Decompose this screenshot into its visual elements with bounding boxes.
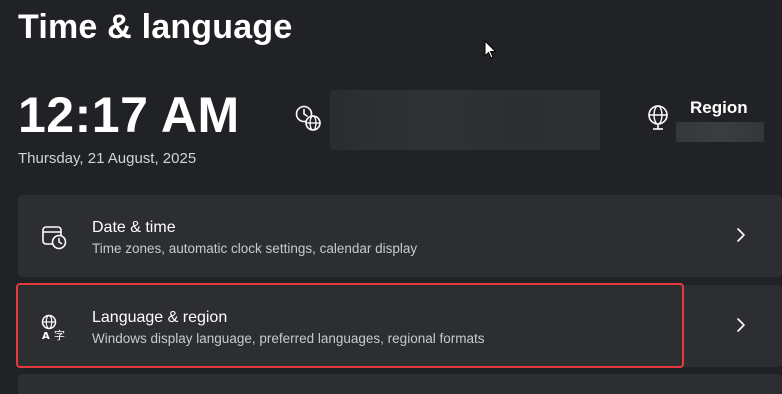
date-time-title: Date & time [92,219,176,236]
timezone-redacted [330,90,600,150]
language-region-title: Language & region [92,309,228,326]
next-card-partial[interactable] [18,374,782,394]
chevron-right-icon [737,318,745,332]
page-title: Time & language [18,8,293,46]
timezone-globe-clock-icon [295,105,321,131]
chevron-right-icon [737,228,745,242]
language-region-card[interactable]: A 字 Language & region Windows display la… [18,285,782,367]
mouse-cursor-icon [484,40,497,59]
svg-text:A: A [42,331,50,341]
language-icon: A 字 [41,314,65,341]
language-region-description: Windows display language, preferred lang… [92,331,485,346]
clock-time: 12:17 AM [18,87,240,143]
region-value-redacted [676,122,764,142]
calendar-clock-icon [42,226,67,250]
date-time-description: Time zones, automatic clock settings, ca… [92,241,418,256]
clock-date: Thursday, 21 August, 2025 [18,150,197,167]
region-label: Region [690,98,748,117]
region-globe-icon [648,105,668,130]
svg-text:字: 字 [54,328,65,341]
date-time-card[interactable]: Date & time Time zones, automatic clock … [18,195,782,277]
